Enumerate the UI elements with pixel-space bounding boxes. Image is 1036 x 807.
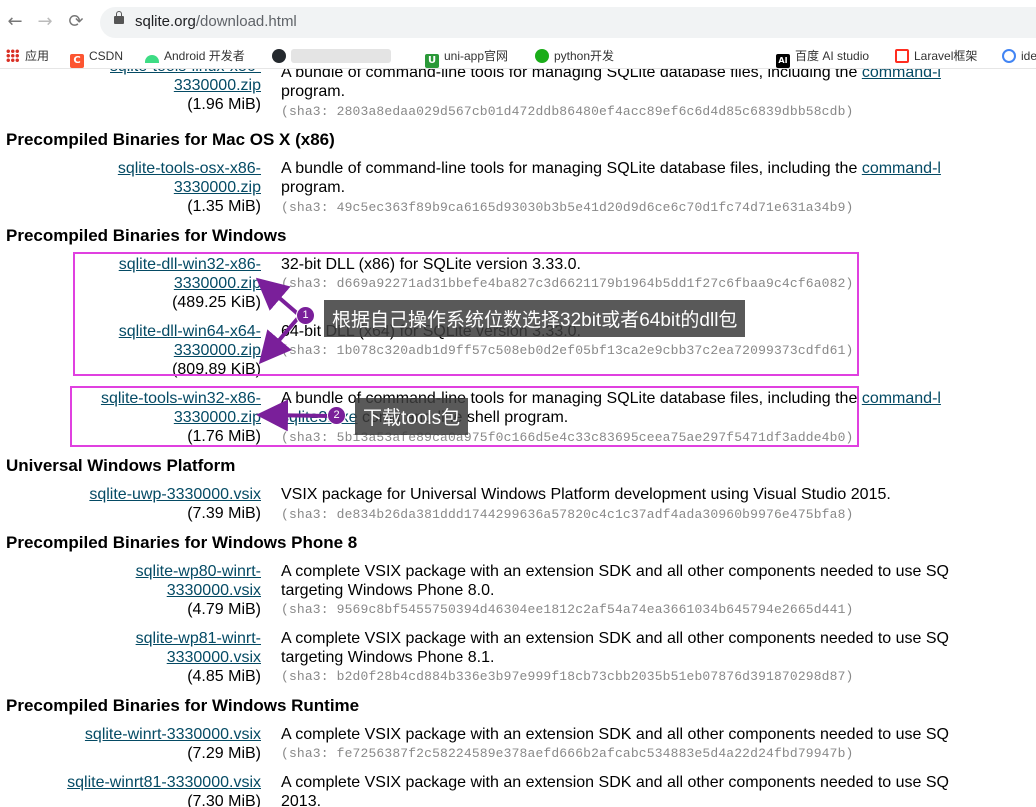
annotation-arrows	[255, 277, 331, 432]
callout-2: 下载tools包	[355, 398, 469, 435]
callout-1: 根据自己操作系统位数选择32bit或者64bit的dll包	[324, 300, 746, 337]
arrow-to-dll32	[255, 277, 300, 316]
arrow-to-dll64	[258, 316, 300, 365]
step-badge-2: 2	[327, 406, 346, 425]
step-badge-1: 1	[296, 306, 315, 325]
arrow-to-tools	[256, 399, 331, 432]
